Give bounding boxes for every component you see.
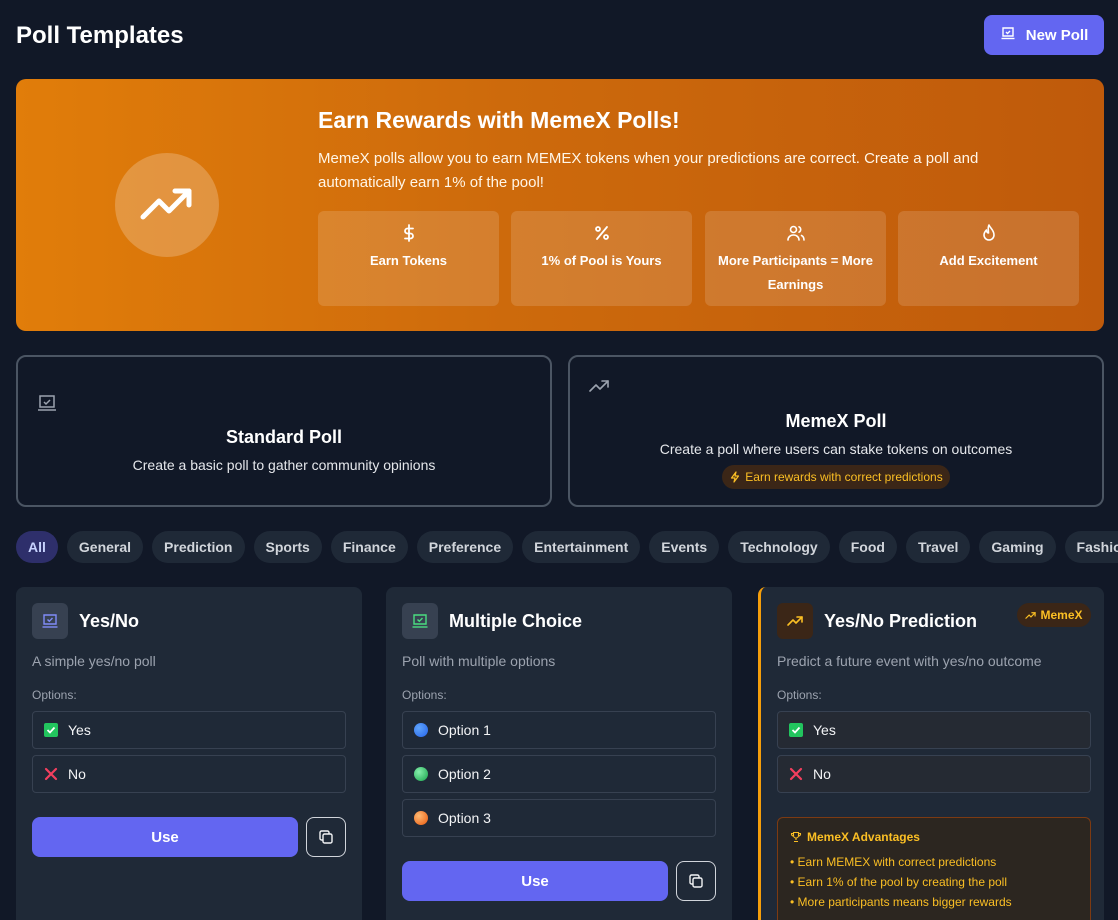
filter-preference[interactable]: Preference [416,531,514,563]
poll-icon [36,392,58,419]
option-label: Option 1 [438,722,491,738]
rewards-banner: Earn Rewards with MemeX Polls! MemeX pol… [16,79,1104,331]
feature-participants: More Participants = More Earnings [705,211,886,306]
copy-icon [319,830,333,844]
trending-up-icon [777,603,813,639]
memex-tag-label: MemeX [1040,608,1083,622]
dollar-icon [403,224,414,242]
option-dot-icon [414,767,428,781]
options-label: Options: [32,688,77,702]
filter-gaming[interactable]: Gaming [979,531,1056,563]
option-label: Yes [813,722,836,738]
card-description: Create a poll where users can stake toke… [659,441,1013,457]
filter-entertainment[interactable]: Entertainment [522,531,641,563]
use-template-button[interactable]: Use [402,861,668,901]
flame-icon [982,224,995,241]
option-item: Option 3 [402,799,716,837]
feature-label: 1% of Pool is Yours [541,253,662,268]
feature-pool-share: 1% of Pool is Yours [511,211,692,306]
option-label: Option 2 [438,766,491,782]
filter-events[interactable]: Events [649,531,720,563]
copy-icon [689,874,703,888]
poll-icon [1000,25,1016,45]
new-poll-label: New Poll [1025,26,1089,44]
advantage-item: • Earn 1% of the pool by creating the po… [790,875,1008,889]
percent-icon [594,226,609,240]
category-filters: All General Prediction Sports Finance Pr… [16,531,1118,563]
filter-all[interactable]: All [16,531,58,563]
use-template-button[interactable]: Use [32,817,298,857]
feature-label: More Participants = More Earnings [718,253,873,292]
filter-prediction[interactable]: Prediction [152,531,245,563]
option-dot-icon [414,811,428,825]
template-card-yes-no-prediction: Yes/No Prediction MemeX Predict a future… [758,587,1104,920]
badge-label: Earn rewards with correct predictions [745,470,943,484]
cross-icon [789,767,803,781]
lightning-icon [731,471,740,483]
template-card-yes-no: Yes/No A simple yes/no poll Options: Yes… [16,587,362,920]
check-icon [44,723,58,737]
options-label: Options: [402,688,447,702]
memex-advantages: MemeX Advantages • Earn MEMEX with corre… [777,817,1091,920]
option-item: Yes [777,711,1091,749]
template-description: Predict a future event with yes/no outco… [777,653,1042,669]
card-title: Standard Poll [225,427,342,447]
rewards-badge: Earn rewards with correct predictions [722,465,950,489]
trending-up-icon [115,153,219,257]
memex-poll-card[interactable]: MemeX Poll Create a poll where users can… [568,355,1104,507]
copy-template-button[interactable] [306,817,346,857]
feature-earn-tokens: Earn Tokens [318,211,499,306]
option-item: Option 2 [402,755,716,793]
copy-template-button[interactable] [676,861,716,901]
template-title: Yes/No Prediction [824,611,978,631]
new-poll-button[interactable]: New Poll [984,15,1104,55]
option-item: No [32,755,346,793]
options-label: Options: [777,688,822,702]
poll-icon [402,603,438,639]
option-item: No [777,755,1091,793]
filter-general[interactable]: General [66,531,144,563]
cross-icon [44,767,58,781]
option-item: Yes [32,711,346,749]
card-description: Create a basic poll to gather community … [132,457,436,473]
poll-icon [32,603,68,639]
filter-finance[interactable]: Finance [330,531,408,563]
trending-up-icon [1025,611,1037,619]
option-label: Option 3 [438,810,491,826]
option-dot-icon [414,723,428,737]
advantage-item: • More participants means bigger rewards [790,895,1012,909]
memex-tag: MemeX [1017,603,1091,627]
template-title: Yes/No [79,611,140,631]
template-title: Multiple Choice [449,611,583,631]
option-label: No [813,766,831,782]
standard-poll-card[interactable]: Standard Poll Create a basic poll to gat… [16,355,552,507]
template-description: Poll with multiple options [402,653,556,669]
filter-travel[interactable]: Travel [905,531,971,563]
option-label: Yes [68,722,91,738]
template-card-multiple-choice: Multiple Choice Poll with multiple optio… [386,587,732,920]
feature-label: Earn Tokens [369,253,448,268]
advantages-title-label: MemeX Advantages [807,830,920,844]
option-label: No [68,766,86,782]
filter-technology[interactable]: Technology [728,531,830,563]
filter-sports[interactable]: Sports [253,531,322,563]
advantages-title: MemeX Advantages [790,830,1078,844]
trophy-icon [790,831,802,843]
option-item: Option 1 [402,711,716,749]
users-icon [786,225,805,241]
check-icon [789,723,803,737]
trending-up-icon [588,375,610,402]
advantage-item: • Earn MEMEX with correct predictions [790,855,997,869]
filter-fashion[interactable]: Fashion [1064,531,1118,563]
feature-label: Add Excitement [939,253,1038,268]
banner-title: Earn Rewards with MemeX Polls! [318,107,680,133]
filter-food[interactable]: Food [838,531,897,563]
template-description: A simple yes/no poll [32,653,156,669]
feature-excitement: Add Excitement [898,211,1079,306]
banner-description: MemeX polls allow you to earn MEMEX toke… [318,150,979,191]
page-title: Poll Templates [16,22,184,49]
card-title: MemeX Poll [785,411,887,431]
